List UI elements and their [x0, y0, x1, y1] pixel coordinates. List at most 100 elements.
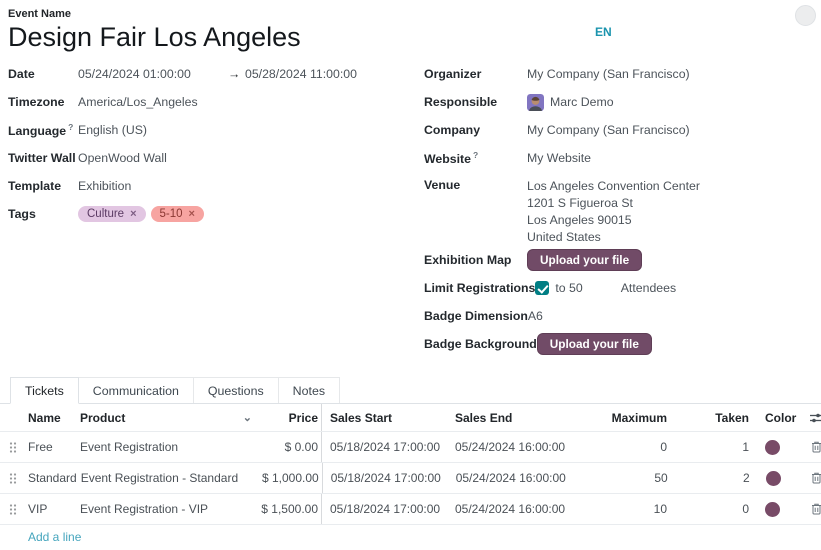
cell-maximum[interactable]: 50	[609, 471, 674, 485]
badge-dimension-select[interactable]: A6	[528, 309, 543, 323]
field-exhibition-map: Exhibition Map Upload your file	[424, 246, 817, 274]
col-header-sales-end[interactable]: Sales End	[450, 411, 608, 425]
event-title-input[interactable]: Design Fair Los Angeles	[8, 23, 301, 53]
field-language: Language? English (US)	[8, 116, 412, 144]
date-end-input[interactable]: 05/28/2024 11:00:00	[245, 67, 357, 81]
cell-sales-end[interactable]: 05/24/2024 16:00:00	[451, 471, 609, 485]
ticket-row-free[interactable]: Free Event Registration $ 0.00 05/18/202…	[0, 432, 821, 463]
template-label: Template	[8, 179, 78, 193]
drag-handle-icon[interactable]	[0, 441, 26, 454]
tab-notes[interactable]: Notes	[279, 377, 340, 403]
add-a-line-link[interactable]: Add a line	[0, 525, 821, 548]
twitter-wall-label: Twitter Wall	[8, 151, 78, 165]
cell-product[interactable]: Event Registration - Standard	[77, 471, 253, 485]
tab-tickets[interactable]: Tickets	[10, 377, 79, 404]
notebook: Tickets Communication Questions Notes Na…	[0, 377, 821, 548]
cell-maximum[interactable]: 10	[608, 502, 673, 516]
cell-taken: 0	[673, 502, 753, 516]
responsible-avatar	[527, 94, 544, 111]
event-header: Event Name Design Fair Los Angeles	[8, 8, 301, 53]
col-header-price[interactable]: Price	[252, 404, 322, 431]
field-timezone: Timezone America/Los_Angeles	[8, 88, 412, 116]
status-circle-icon[interactable]	[795, 5, 816, 26]
col-header-name[interactable]: Name	[26, 411, 76, 425]
language-label: Language?	[8, 122, 78, 138]
cell-sales-end[interactable]: 05/24/2024 16:00:00	[450, 502, 608, 516]
company-label: Company	[424, 123, 527, 137]
cell-product[interactable]: Event Registration - VIP	[76, 502, 252, 516]
twitter-wall-select[interactable]: OpenWood Wall	[78, 151, 167, 165]
chevron-down-icon[interactable]: ⌄	[243, 411, 252, 424]
language-select[interactable]: English (US)	[78, 123, 147, 137]
cell-price[interactable]: $ 1,000.00	[253, 463, 323, 493]
cell-sales-start[interactable]: 05/18/2024 17:00:00	[323, 471, 451, 485]
limit-registrations-label: Limit Registrations	[424, 281, 535, 295]
field-organizer: Organizer My Company (San Francisco)	[424, 60, 817, 88]
optional-columns-icon[interactable]	[803, 412, 821, 424]
cell-product[interactable]: Event Registration	[76, 440, 252, 454]
date-start-input[interactable]: 05/24/2024 01:00:00	[78, 67, 228, 81]
field-badge-background: Badge Background Upload your file	[424, 330, 817, 358]
responsible-select[interactable]: Marc Demo	[527, 94, 614, 111]
language-toggle[interactable]: EN	[595, 25, 612, 39]
delete-row-icon[interactable]	[803, 503, 821, 515]
tag-remove-icon[interactable]: ×	[189, 208, 195, 220]
cell-name[interactable]: Free	[26, 440, 76, 454]
exhibition-map-label: Exhibition Map	[424, 253, 527, 267]
delete-row-icon[interactable]	[804, 472, 821, 484]
ticket-color-dot[interactable]	[765, 502, 780, 517]
organizer-label: Organizer	[424, 67, 527, 81]
field-tags: Tags Culture× 5-10×	[8, 200, 412, 228]
company-select[interactable]: My Company (San Francisco)	[527, 123, 690, 137]
cell-price[interactable]: $ 1,500.00	[252, 494, 322, 524]
drag-handle-icon[interactable]	[0, 472, 26, 485]
tag-culture[interactable]: Culture×	[78, 206, 146, 222]
field-limit-registrations: Limit Registrations to 50 Attendees	[424, 274, 817, 302]
cell-sales-start[interactable]: 05/18/2024 17:00:00	[322, 440, 450, 454]
col-header-maximum[interactable]: Maximum	[608, 411, 673, 425]
field-company: Company My Company (San Francisco)	[424, 116, 817, 144]
venue-address[interactable]: Los Angeles Convention Center 1201 S Fig…	[527, 178, 700, 246]
cell-name[interactable]: VIP	[26, 502, 76, 516]
tab-questions[interactable]: Questions	[194, 377, 279, 403]
tag-remove-icon[interactable]: ×	[130, 208, 136, 220]
website-select[interactable]: My Website	[527, 151, 591, 165]
fields-left-column: Date 05/24/2024 01:00:00 → 05/28/2024 11…	[8, 60, 412, 228]
timezone-select[interactable]: America/Los_Angeles	[78, 95, 198, 109]
ticket-row-standard[interactable]: Standard Event Registration - Standard $…	[0, 463, 821, 494]
date-label: Date	[8, 67, 78, 81]
delete-row-icon[interactable]	[803, 441, 821, 453]
cell-name[interactable]: Standard	[26, 471, 77, 485]
tab-communication[interactable]: Communication	[79, 377, 194, 403]
tab-bar: Tickets Communication Questions Notes	[0, 377, 821, 404]
event-name-label: Event Name	[8, 8, 301, 20]
timezone-label: Timezone	[8, 95, 78, 109]
cell-sales-start[interactable]: 05/18/2024 17:00:00	[322, 502, 450, 516]
limit-checkbox[interactable]	[535, 281, 549, 295]
exhibition-map-upload-button[interactable]: Upload your file	[527, 249, 642, 271]
cell-color	[753, 502, 803, 517]
organizer-select[interactable]: My Company (San Francisco)	[527, 67, 690, 81]
event-form: Event Name Design Fair Los Angeles EN Da…	[0, 0, 821, 550]
col-header-color[interactable]: Color	[753, 411, 803, 425]
cell-price[interactable]: $ 0.00	[252, 432, 322, 462]
cell-sales-end[interactable]: 05/24/2024 16:00:00	[450, 440, 608, 454]
cell-taken: 2	[674, 471, 754, 485]
attendees-suffix: Attendees	[621, 281, 676, 295]
limit-registrations-value: to 50 Attendees	[535, 281, 676, 295]
cell-maximum[interactable]: 0	[608, 440, 673, 454]
ticket-row-vip[interactable]: VIP Event Registration - VIP $ 1,500.00 …	[0, 494, 821, 525]
ticket-color-dot[interactable]	[765, 440, 780, 455]
limit-to-input[interactable]: to 50	[555, 281, 582, 295]
tag-5-10[interactable]: 5-10×	[151, 206, 204, 222]
ticket-color-dot[interactable]	[766, 471, 781, 486]
cell-taken: 1	[673, 440, 753, 454]
col-header-product[interactable]: Product⌄	[76, 411, 252, 425]
badge-background-upload-button[interactable]: Upload your file	[537, 333, 652, 355]
col-header-sales-start[interactable]: Sales Start	[322, 411, 450, 425]
website-help-icon: ?	[473, 150, 478, 160]
venue-label: Venue	[424, 178, 527, 192]
col-header-taken[interactable]: Taken	[673, 411, 753, 425]
template-select[interactable]: Exhibition	[78, 179, 131, 193]
drag-handle-icon[interactable]	[0, 503, 26, 516]
